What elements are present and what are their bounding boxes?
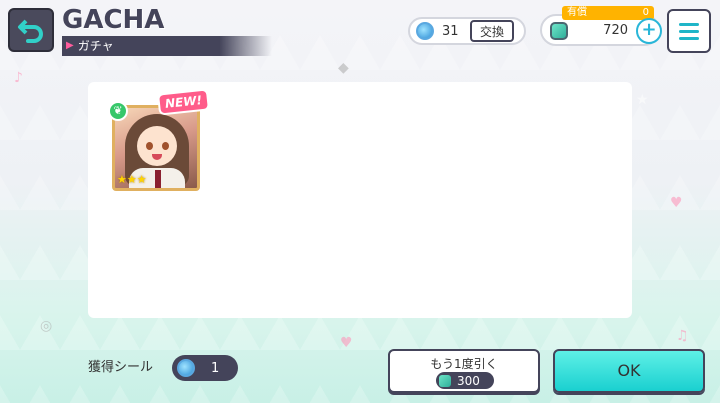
draw-again-button[interactable]: もう1度引く 300: [388, 349, 540, 393]
page-title: GACHA: [62, 5, 165, 35]
ok-button[interactable]: OK: [553, 349, 705, 393]
seal-count: 1: [211, 360, 220, 376]
ticket-count: 31: [442, 23, 459, 39]
sparkle-icon: ◆: [338, 60, 349, 76]
menu-button[interactable]: [667, 9, 711, 53]
gem-icon: [439, 374, 451, 387]
page-title-block: GACHA ▶ ガチャ: [62, 6, 272, 56]
menu-bar-icon: [679, 22, 699, 26]
draw-again-cost-value: 300: [457, 373, 480, 388]
triangle-icon: ▶: [66, 40, 74, 51]
draw-again-cost: 300: [436, 372, 494, 389]
new-badge: NEW!: [156, 88, 210, 116]
rarity-stars: ★★★: [117, 173, 147, 186]
page-subtitle-bar: ▶ ガチャ: [62, 36, 272, 56]
seal-counter: 1: [172, 355, 238, 381]
seal-icon: [177, 359, 195, 377]
heart-icon: ♥: [340, 335, 353, 351]
star-deco-icon: ★: [636, 92, 649, 108]
leaf-icon: ❦: [108, 101, 128, 121]
seal-label: 獲得シール: [88, 360, 154, 375]
exchange-button[interactable]: 交換: [470, 20, 515, 42]
music-note-icon: ♪: [14, 70, 23, 86]
menu-bar-icon: [679, 29, 699, 33]
add-gems-button[interactable]: +: [636, 18, 662, 44]
music-note-icon: ♫: [676, 328, 689, 344]
paid-label: 有償: [567, 7, 587, 18]
headphone-icon: ◎: [40, 318, 53, 334]
gacha-result-panel: ❦ NEW! ★★★: [88, 82, 632, 318]
gem-counter: 有償 0 720 +: [540, 6, 662, 46]
ticket-counter: 31 交換: [408, 17, 526, 45]
menu-bar-icon: [679, 36, 699, 40]
heart-icon: ♥: [670, 195, 683, 211]
back-arrow-icon: [18, 19, 43, 43]
paid-gem-tag: 有償 0: [562, 6, 654, 20]
ticket-icon: [416, 22, 434, 40]
gem-icon: [550, 22, 568, 40]
back-button[interactable]: [8, 8, 54, 52]
page-subtitle: ガチャ: [77, 39, 114, 53]
gem-count: 720: [603, 23, 628, 38]
draw-again-label: もう1度引く: [430, 357, 498, 371]
